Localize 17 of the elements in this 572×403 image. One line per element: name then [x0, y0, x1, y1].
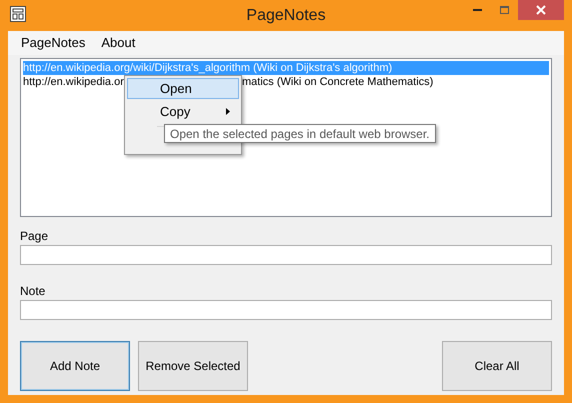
close-icon: [536, 5, 546, 15]
context-menu-item[interactable]: Open: [127, 78, 239, 99]
list-item-text[interactable]: matics (Wiki on Concrete Mathematics): [242, 75, 434, 89]
context-menu-item[interactable]: Copy: [127, 101, 239, 122]
field-label: Page: [20, 228, 48, 242]
app-icon[interactable]: [10, 6, 26, 22]
push-button[interactable]: Add Note: [20, 341, 130, 391]
tooltip: Open the selected pages in default web browser.: [164, 124, 436, 143]
window-title: PageNotes: [246, 6, 326, 26]
push-button[interactable]: Clear All: [442, 341, 552, 391]
push-button[interactable]: Remove Selected: [138, 341, 248, 391]
close-button[interactable]: [518, 0, 564, 20]
menu-item[interactable]: PageNotes: [14, 33, 92, 53]
text-field[interactable]: [20, 300, 552, 320]
field-label: Note: [20, 283, 46, 297]
text-field[interactable]: [20, 245, 552, 265]
menu-item[interactable]: About: [94, 33, 142, 53]
